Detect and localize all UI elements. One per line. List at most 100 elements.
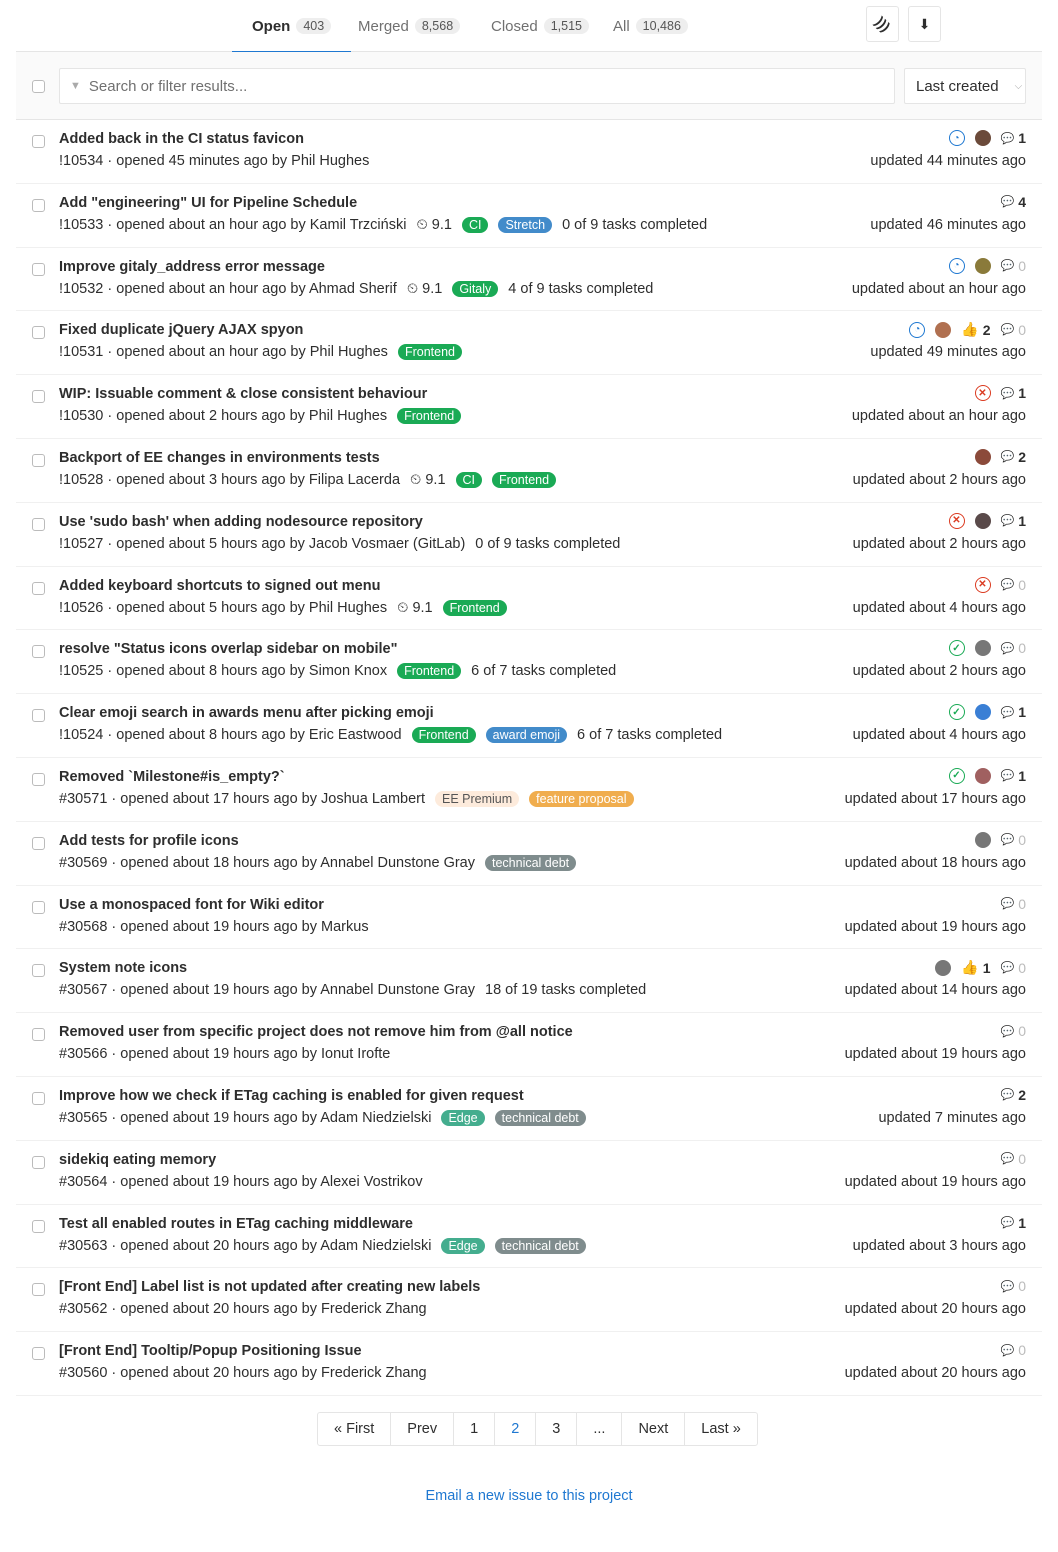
row-checkbox[interactable] xyxy=(32,262,45,276)
label-badge[interactable]: Frontend xyxy=(442,599,507,616)
row-checkbox[interactable] xyxy=(32,836,45,850)
row-checkbox[interactable] xyxy=(32,326,45,340)
page-link[interactable]: « First xyxy=(318,1413,392,1445)
comments[interactable]: 💬 0 xyxy=(1001,832,1027,848)
assignee-avatar[interactable] xyxy=(935,321,952,338)
item-title-link[interactable]: Fixed duplicate jQuery AJAX spyon xyxy=(59,322,303,338)
label-badge[interactable]: EE Premium xyxy=(435,790,520,807)
comments[interactable]: 💬 1 xyxy=(1001,768,1027,784)
row-checkbox[interactable] xyxy=(32,198,45,212)
pipeline-status-running-icon[interactable]: ◔ xyxy=(948,257,965,274)
comments[interactable]: 💬 0 xyxy=(1001,322,1027,338)
comments[interactable]: 💬 1 xyxy=(1001,513,1027,529)
item-title-link[interactable]: Backport of EE changes in environments t… xyxy=(59,450,380,466)
comments[interactable]: 💬 0 xyxy=(1001,258,1027,274)
comments[interactable]: 💬 0 xyxy=(1001,1342,1027,1358)
row-checkbox[interactable] xyxy=(32,1028,45,1042)
assignee-avatar[interactable] xyxy=(974,640,991,657)
page-link[interactable]: 3 xyxy=(536,1413,578,1445)
row-checkbox[interactable] xyxy=(32,390,45,404)
row-checkbox[interactable] xyxy=(32,517,45,531)
assignee-avatar[interactable] xyxy=(974,257,991,274)
page-link[interactable]: Last » xyxy=(685,1413,757,1445)
tab-all[interactable]: All 10,486 xyxy=(613,0,688,52)
item-title-link[interactable]: WIP: Issuable comment & close consistent… xyxy=(59,386,427,402)
milestone[interactable]: ⏲ 9.1 xyxy=(397,600,433,616)
item-title-link[interactable]: [Front End] Tooltip/Popup Positioning Is… xyxy=(59,1343,362,1359)
label-badge[interactable]: feature proposal xyxy=(529,790,634,807)
milestone[interactable]: ⏲ 9.1 xyxy=(410,472,446,488)
row-checkbox[interactable] xyxy=(32,645,45,659)
row-checkbox[interactable] xyxy=(32,1219,45,1233)
row-checkbox[interactable] xyxy=(32,581,45,595)
assignee-avatar[interactable] xyxy=(974,130,991,146)
assignee-avatar[interactable] xyxy=(974,767,991,784)
label-badge[interactable]: technical debt xyxy=(485,854,577,871)
tab-open[interactable]: Open 403 xyxy=(231,0,352,53)
item-title-link[interactable]: sidekiq eating memory xyxy=(59,1152,216,1168)
search-input[interactable]: ▼ Search or filter results... xyxy=(59,68,895,104)
label-badge[interactable]: CI xyxy=(455,471,483,488)
comments[interactable]: 💬 0 xyxy=(1001,1278,1027,1294)
row-checkbox[interactable] xyxy=(32,1283,45,1297)
comments[interactable]: 💬 0 xyxy=(1001,960,1027,976)
row-checkbox[interactable] xyxy=(32,900,45,914)
label-badge[interactable]: CI xyxy=(461,216,489,233)
comments[interactable]: 💬 0 xyxy=(1001,896,1027,912)
label-badge[interactable]: Frontend xyxy=(411,727,476,744)
row-checkbox[interactable] xyxy=(32,1155,45,1169)
label-badge[interactable]: Edge xyxy=(441,1237,485,1254)
comments[interactable]: 💬 0 xyxy=(1001,1023,1027,1039)
row-checkbox[interactable] xyxy=(32,964,45,978)
row-checkbox[interactable] xyxy=(32,1347,45,1361)
comments[interactable]: 💬 1 xyxy=(1001,385,1027,401)
label-badge[interactable]: Edge xyxy=(441,1109,485,1126)
milestone[interactable]: ⏲ 9.1 xyxy=(416,217,452,233)
email-new-issue-link[interactable]: Email a new issue to this project xyxy=(0,1488,1058,1504)
comments[interactable]: 💬 2 xyxy=(1001,1087,1027,1103)
pipeline-status-failed-icon[interactable]: ✕ xyxy=(948,512,965,529)
tab-merged[interactable]: Merged 8,568 xyxy=(358,0,461,52)
label-badge[interactable]: Gitaly xyxy=(452,280,499,297)
item-title-link[interactable]: Test all enabled routes in ETag caching … xyxy=(59,1216,413,1232)
item-title-link[interactable]: Add tests for profile icons xyxy=(59,833,239,849)
pipeline-status-success-icon[interactable]: ✓ xyxy=(948,767,965,784)
label-badge[interactable]: Frontend xyxy=(397,408,462,425)
label-badge[interactable]: Stretch xyxy=(498,216,553,233)
assignee-avatar[interactable] xyxy=(974,448,991,465)
label-badge[interactable]: technical debt xyxy=(494,1109,586,1126)
label-badge[interactable]: award emoji xyxy=(485,727,568,744)
download-button[interactable]: ⬇ xyxy=(908,6,941,42)
sort-dropdown[interactable]: Last created ⌵ xyxy=(904,68,1026,104)
assignee-avatar[interactable] xyxy=(974,704,991,721)
item-title-link[interactable]: Added keyboard shortcuts to signed out m… xyxy=(59,578,380,594)
comments[interactable]: 💬 1 xyxy=(1001,130,1027,146)
pipeline-status-running-icon[interactable]: ◔ xyxy=(948,130,965,146)
item-title-link[interactable]: Removed user from specific project does … xyxy=(59,1024,573,1040)
item-title-link[interactable]: Use a monospaced font for Wiki editor xyxy=(59,897,324,913)
comments[interactable]: 💬 0 xyxy=(1001,577,1027,593)
item-title-link[interactable]: Removed `Milestone#is_empty?` xyxy=(59,769,285,785)
pipeline-status-success-icon[interactable]: ✓ xyxy=(948,640,965,657)
pipeline-status-running-icon[interactable]: ◔ xyxy=(909,321,926,338)
item-title-link[interactable]: Use 'sudo bash' when adding nodesource r… xyxy=(59,514,423,530)
page-link[interactable]: 1 xyxy=(454,1413,496,1445)
page-link[interactable]: Next xyxy=(622,1413,686,1445)
item-title-link[interactable]: Improve gitaly_address error message xyxy=(59,259,325,275)
label-badge[interactable]: technical debt xyxy=(494,1237,586,1254)
item-title-link[interactable]: System note icons xyxy=(59,960,187,976)
label-badge[interactable]: Frontend xyxy=(397,663,462,680)
item-title-link[interactable]: Improve how we check if ETag caching is … xyxy=(59,1088,524,1104)
item-title-link[interactable]: Added back in the CI status favicon xyxy=(59,131,304,147)
comments[interactable]: 💬 1 xyxy=(1001,1215,1027,1231)
comments[interactable]: 💬 4 xyxy=(1001,194,1027,210)
comments[interactable]: 💬 0 xyxy=(1001,1151,1027,1167)
row-checkbox[interactable] xyxy=(32,453,45,467)
label-badge[interactable]: Frontend xyxy=(492,471,557,488)
milestone[interactable]: ⏲ 9.1 xyxy=(407,281,443,297)
page-link[interactable]: 2 xyxy=(495,1413,537,1445)
row-checkbox[interactable] xyxy=(32,1091,45,1105)
select-all-checkbox[interactable] xyxy=(32,80,45,93)
comments[interactable]: 💬 2 xyxy=(1001,449,1027,465)
assignee-avatar[interactable] xyxy=(935,959,952,976)
